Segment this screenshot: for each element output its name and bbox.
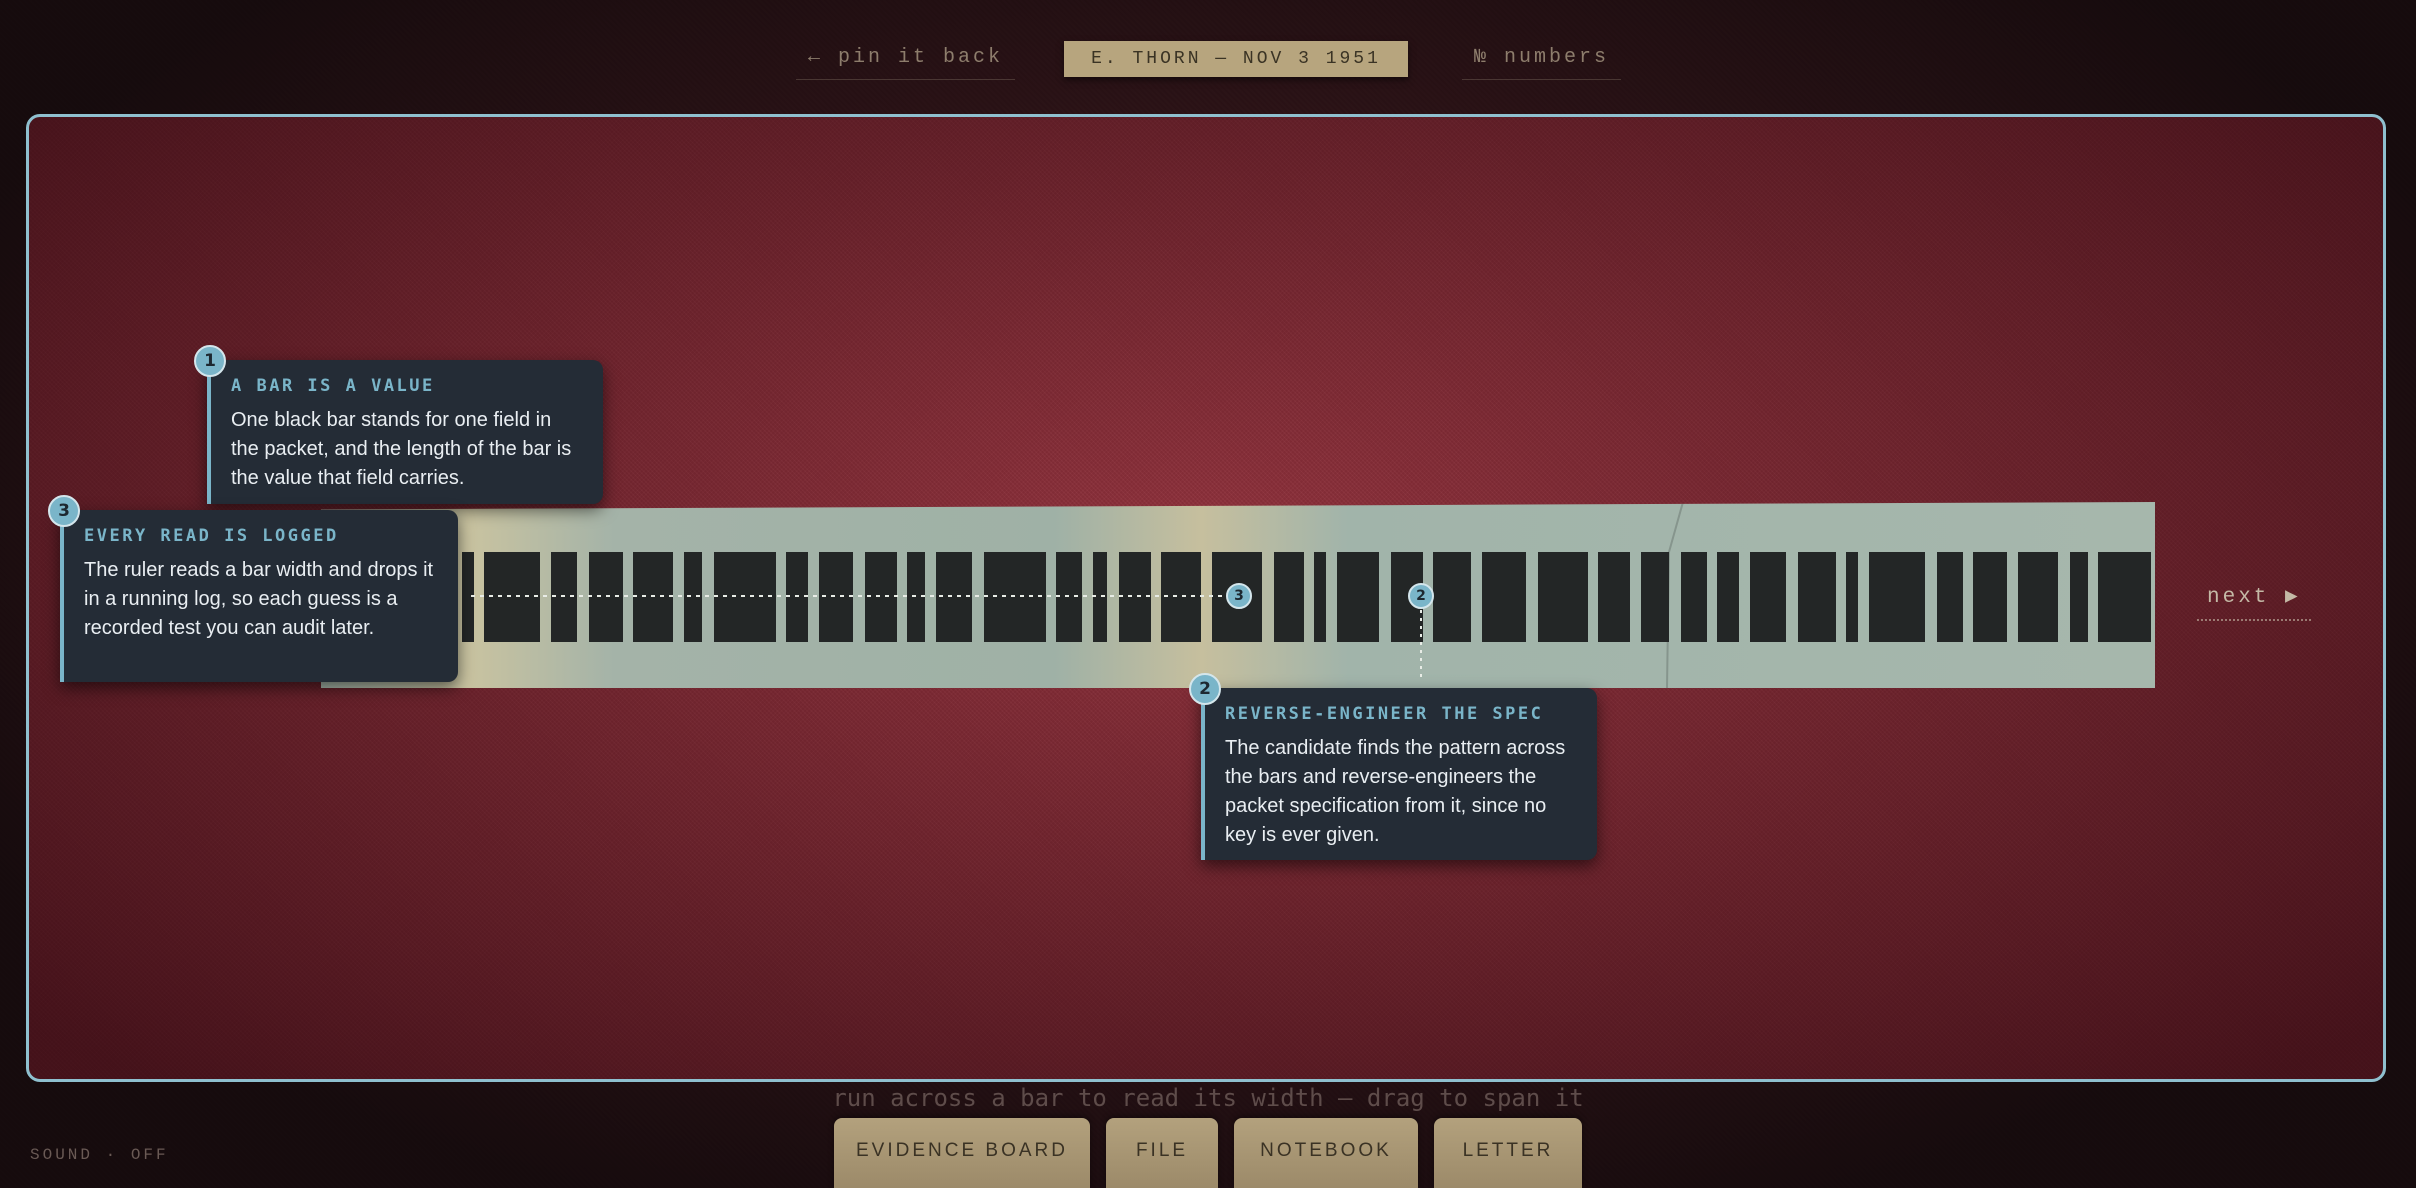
next-button[interactable]: next ▶	[2197, 583, 2311, 621]
evidence-felt-board: 3 2 A BAR IS A VALUE One black bar stand…	[26, 114, 2386, 1082]
callout-badge-2[interactable]: 2	[1189, 673, 1221, 705]
callout-body: The candidate finds the pattern across t…	[1225, 737, 1566, 846]
callout-title: EVERY READ IS LOGGED	[84, 526, 339, 546]
barcode-paper-strip[interactable]: 3 2	[321, 502, 2155, 688]
barcode-bar	[1433, 552, 1471, 642]
callout-title: A BAR IS A VALUE	[231, 376, 435, 396]
top-nav: ← pin it back E. THORN — NOV 3 1951 № nu…	[0, 38, 2416, 82]
barcode-bar	[1681, 552, 1707, 642]
bottom-tab-bar: EVIDENCE BOARD FILE NOTEBOOK LETTER	[0, 1118, 2416, 1188]
callout-card-bar-value: A BAR IS A VALUE One black bar stands fo…	[207, 360, 603, 504]
barcode-bar	[2098, 552, 2151, 642]
pin-it-back-link[interactable]: ← pin it back	[796, 46, 1016, 80]
barcode-bar	[1274, 552, 1304, 642]
tab-letter[interactable]: LETTER	[1434, 1118, 1582, 1188]
barcode-bar	[1973, 552, 2007, 642]
barcode-bar	[1869, 552, 1925, 642]
barcode-bar	[1538, 552, 1588, 642]
callout-card-read-logged: EVERY READ IS LOGGED The ruler reads a b…	[60, 510, 458, 682]
barcode-bar	[1337, 552, 1379, 642]
callout-title: REVERSE-ENGINEER THE SPEC	[1225, 704, 1544, 724]
tab-notebook[interactable]: NOTEBOOK	[1234, 1118, 1418, 1188]
tab-evidence-board[interactable]: EVIDENCE BOARD	[834, 1118, 1090, 1188]
callout-badge-3[interactable]: 3	[48, 495, 80, 527]
callout-body: The ruler reads a bar width and drops it…	[84, 559, 434, 639]
callout-body: One black bar stands for one field in th…	[231, 409, 572, 489]
callout-card-reverse-engineer: REVERSE-ENGINEER THE SPEC The candidate …	[1201, 688, 1597, 860]
barcode-bar	[1798, 552, 1836, 642]
barcode-bar	[1717, 552, 1739, 642]
numbers-link[interactable]: № numbers	[1462, 46, 1622, 80]
barcode-bar	[1750, 552, 1786, 642]
callout-badge-1[interactable]: 1	[194, 345, 226, 377]
barcode-bar	[1641, 552, 1669, 642]
case-label-chip: E. THORN — NOV 3 1951	[1064, 41, 1408, 77]
interaction-hint: run across a bar to read its width — dra…	[832, 1084, 1584, 1112]
barcode-bar	[1937, 552, 1963, 642]
barcode-bar	[1314, 552, 1326, 642]
pattern-marker-badge[interactable]: 2	[1408, 583, 1434, 609]
ruler-marker-badge[interactable]: 3	[1226, 583, 1252, 609]
tab-file[interactable]: FILE	[1106, 1118, 1218, 1188]
barcode-bar	[2070, 552, 2088, 642]
barcode-bar	[1482, 552, 1526, 642]
barcode-bar	[1598, 552, 1630, 642]
barcode-bar	[2018, 552, 2058, 642]
barcode-bar	[1846, 552, 1858, 642]
